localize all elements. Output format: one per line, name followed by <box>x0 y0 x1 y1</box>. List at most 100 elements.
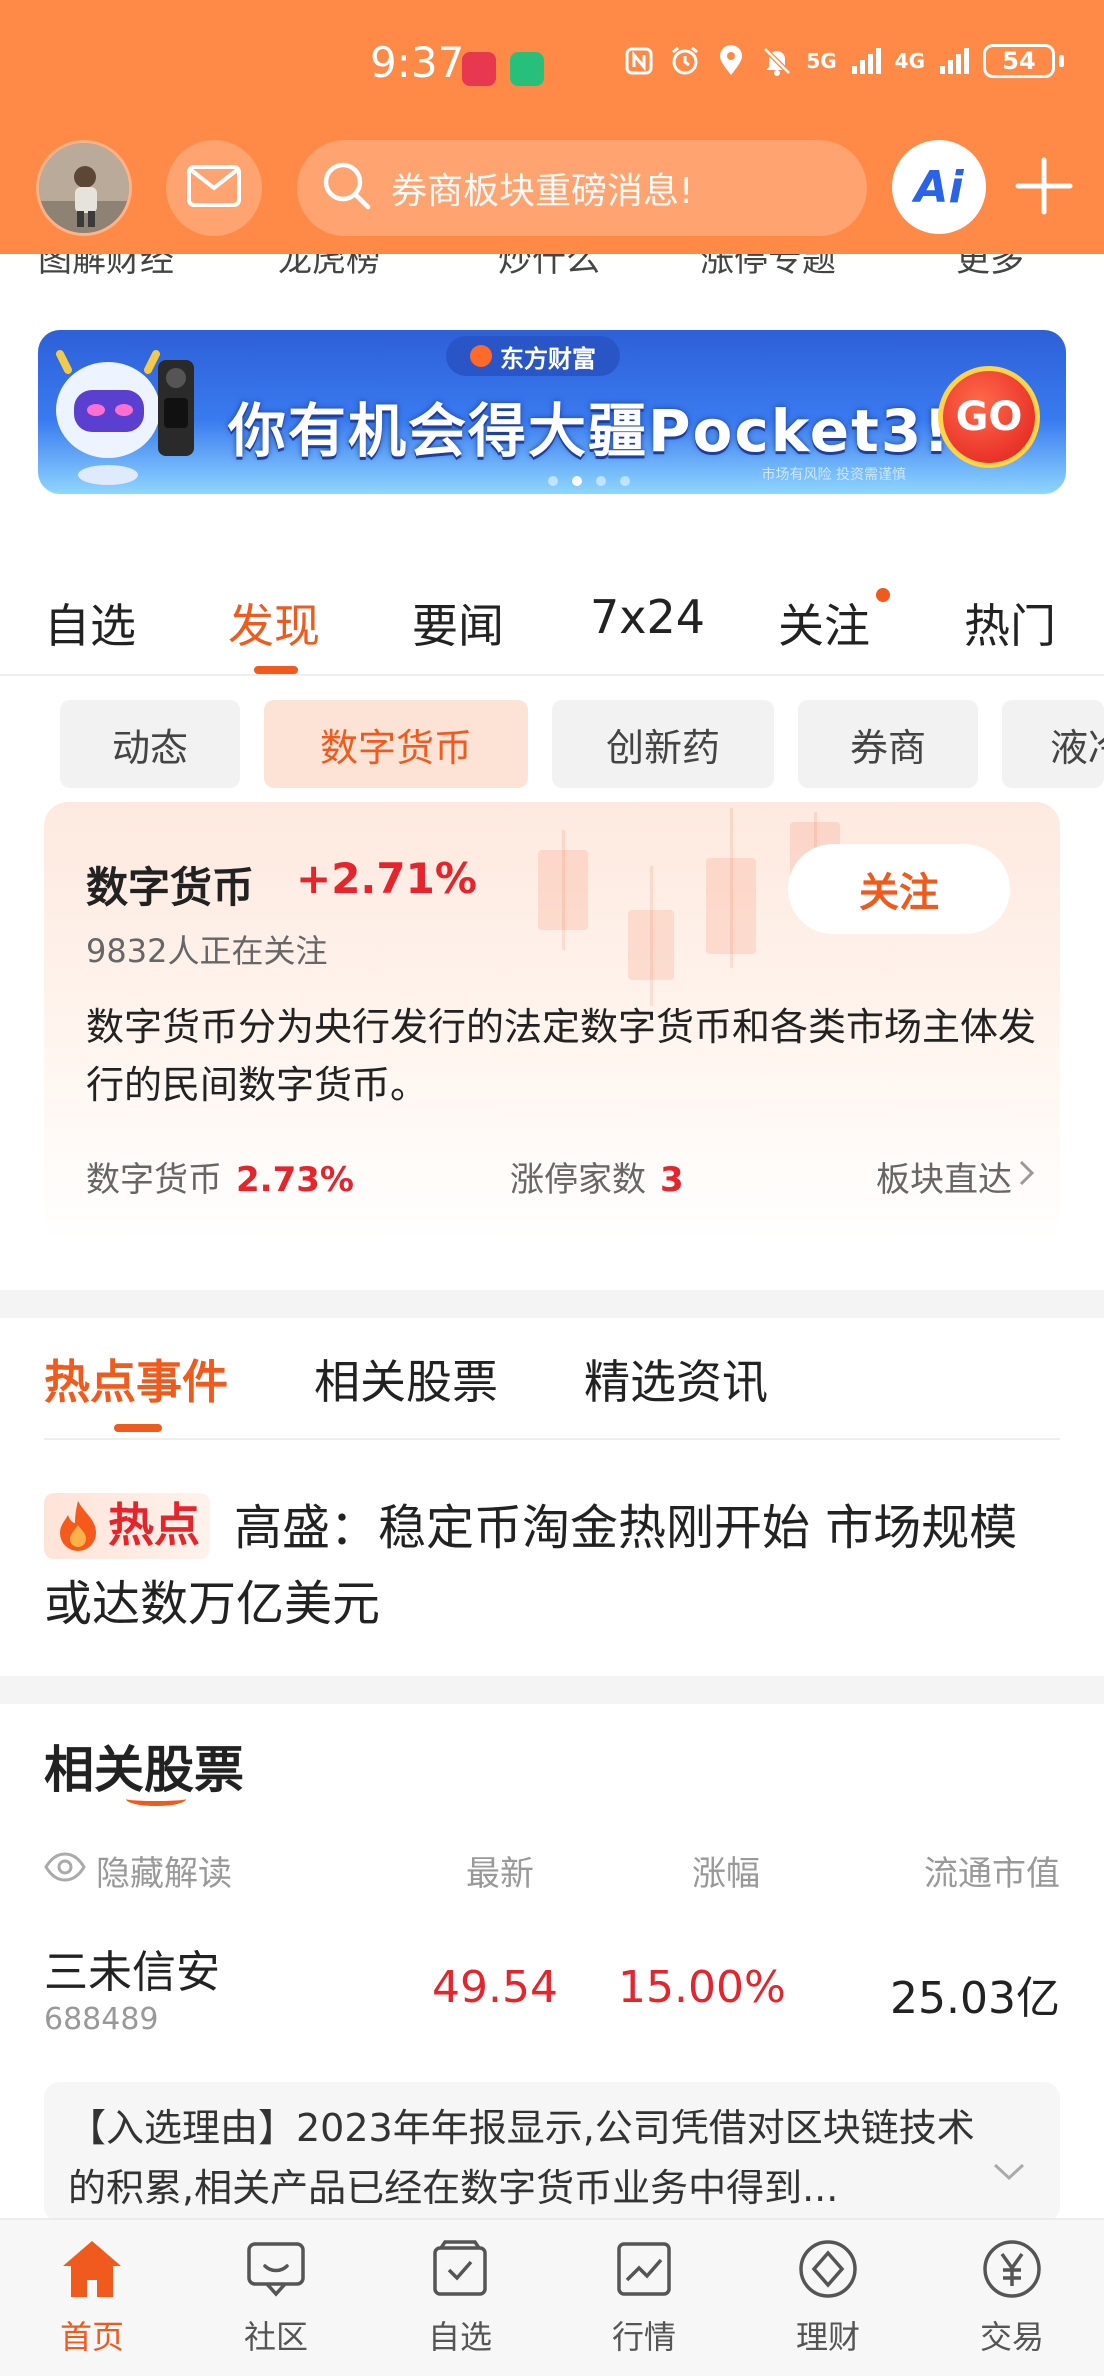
tab-selected-news[interactable]: 精选资讯 <box>584 1346 768 1412</box>
chip-liquid-cooling[interactable]: 液冷 <box>1002 700 1104 788</box>
alarm-icon <box>668 44 702 78</box>
chip-innovative-drugs[interactable]: 创新药 <box>552 700 774 788</box>
stock-table-header: 隐藏解读 最新 涨幅 流通市值 <box>0 1840 1104 1900</box>
nav-watchlist-label: 自选 <box>427 2318 492 2356</box>
notification-app-icon <box>462 52 496 86</box>
col-market-cap: 流通市值 <box>924 1854 1060 1894</box>
tab-divider <box>44 1438 1060 1440</box>
brand-logo-icon <box>470 345 492 367</box>
title-underline <box>126 1792 186 1806</box>
nav-trade-label: 交易 <box>979 2318 1044 2356</box>
network-4g: 4G <box>894 49 925 73</box>
col-latest: 最新 <box>466 1854 534 1894</box>
follow-button[interactable]: 关注 <box>788 844 1010 934</box>
chip-digital-currency[interactable]: 数字货币 <box>264 700 528 788</box>
hot-badge: 热点 <box>44 1493 210 1559</box>
shortcut-item[interactable]: 龙虎榜 <box>278 254 380 274</box>
nfc-icon <box>622 44 656 78</box>
tab-related-stocks[interactable]: 相关股票 <box>314 1346 498 1412</box>
trend-chart-icon <box>613 2238 675 2304</box>
hide-analysis-toggle[interactable]: 隐藏解读 <box>44 1846 232 1895</box>
banner-risk-note: 市场有风险 投资需谨慎 <box>761 467 906 483</box>
tab-following[interactable]: 关注 <box>778 590 870 656</box>
app-header: 9:37 5G 4G 54 券商板块重磅消息! Ai <box>0 0 1104 254</box>
sector-name: 数字货币 <box>86 863 255 912</box>
shortcut-item[interactable]: 涨停专题 <box>700 254 836 274</box>
nav-wealth[interactable]: 理财 <box>758 2238 898 2368</box>
active-tab-indicator <box>114 1424 162 1432</box>
nav-home[interactable]: 首页 <box>22 2238 162 2368</box>
chip-brokerage[interactable]: 券商 <box>798 700 978 788</box>
yuan-icon <box>981 2238 1043 2304</box>
shortcut-item[interactable]: 图解财经 <box>38 254 174 274</box>
followers-count: 9832人正在关注 <box>86 932 328 970</box>
tab-trending[interactable]: 热门 <box>964 590 1056 656</box>
notification-app-icon <box>510 52 544 86</box>
nav-watchlist[interactable]: 自选 <box>390 2238 530 2368</box>
tab-news[interactable]: 要闻 <box>412 590 504 656</box>
flame-icon <box>56 1499 100 1575</box>
page-dot-active <box>572 476 582 486</box>
active-tab-indicator <box>254 666 298 674</box>
tab-7x24[interactable]: 7x24 <box>590 590 705 644</box>
selection-reason[interactable]: 【入选理由】2023年年报显示,公司凭借对区块链技术的积累,相关产品已经在数字货… <box>44 2082 1060 2222</box>
status-bar: 9:37 5G 4G 54 <box>0 0 1104 130</box>
shortcut-item[interactable]: 炒什么 <box>498 254 600 274</box>
chip-label: 液冷 <box>1050 725 1104 770</box>
stock-market-cap: 25.03亿 <box>890 1973 1060 2024</box>
shortcut-item[interactable]: 更多 <box>956 254 1024 274</box>
banner-brand-text: 东方财富 <box>500 344 596 373</box>
chip-dynamics[interactable]: 动态 <box>60 700 240 788</box>
hot-news-item[interactable]: 热点 高盛：稳定币淘金热刚开始 市场规模或达数万亿美元 <box>44 1490 1064 1642</box>
ai-assistant-button[interactable]: Ai <box>892 140 986 234</box>
sector-direct-label: 板块直达 <box>876 1160 1012 1200</box>
tab-discover[interactable]: 发现 <box>228 590 320 656</box>
network-5g: 5G <box>806 49 837 73</box>
tab-hot-events[interactable]: 热点事件 <box>44 1346 228 1412</box>
sector-stats: 数字货币 2.73% 涨停家数 3 板块直达 <box>86 1152 1036 1202</box>
nav-market-label: 行情 <box>611 2318 676 2356</box>
chevron-down-icon[interactable] <box>992 2162 1026 2186</box>
avatar[interactable] <box>36 140 132 236</box>
signal-icon <box>849 44 883 78</box>
robot-mascot-icon <box>48 340 218 494</box>
add-button[interactable] <box>1004 148 1084 228</box>
page-dot <box>548 476 558 486</box>
hot-badge-text: 热点 <box>108 1498 200 1552</box>
mail-icon <box>186 164 242 212</box>
status-time: 9:37 <box>370 38 465 87</box>
status-icons: 5G 4G 54 <box>622 44 1064 78</box>
stock-row[interactable]: 三未信安 688489 49.54 15.00% 25.03亿 <box>0 1930 1104 2050</box>
nav-wealth-label: 理财 <box>795 2318 860 2356</box>
battery-indicator: 54 <box>983 44 1055 78</box>
message-button[interactable] <box>166 140 262 236</box>
search-bar[interactable]: 券商板块重磅消息! <box>297 140 867 236</box>
stat-limit-up-label: 涨停家数 <box>510 1160 646 1200</box>
stat-index-label: 数字货币 <box>86 1160 222 1200</box>
main-tab-bar: 自选 发现 要闻 7x24 关注 热门 <box>0 580 1104 676</box>
nav-community[interactable]: 社区 <box>206 2238 346 2368</box>
selection-reason-text: 【入选理由】2023年年报显示,公司凭借对区块链技术的积累,相关产品已经在数字货… <box>68 2106 975 2210</box>
stock-name: 三未信安 <box>44 1947 220 1998</box>
banner-pagination <box>548 476 630 486</box>
mute-icon <box>760 44 794 78</box>
nav-trade[interactable]: 交易 <box>942 2238 1082 2368</box>
battery-tip <box>1059 55 1064 67</box>
search-placeholder: 券商板块重磅消息! <box>391 171 694 212</box>
banner-go-button[interactable]: GO <box>938 366 1040 468</box>
sector-description: 数字货币分为央行发行的法定数字货币和各类市场主体发行的民间数字货币。 <box>86 1005 1037 1107</box>
signal-icon <box>937 44 971 78</box>
watchlist-icon <box>429 2238 491 2304</box>
sector-direct-link[interactable]: 板块直达 <box>876 1152 1036 1201</box>
nav-community-label: 社区 <box>243 2318 308 2356</box>
stat-limit-up-value: 3 <box>660 1160 684 1200</box>
tab-watchlist[interactable]: 自选 <box>44 590 136 656</box>
banner-title: 你有机会得大疆Pocket3! <box>228 397 952 465</box>
unread-dot <box>876 588 890 602</box>
sector-change: +2.71% <box>296 854 477 903</box>
page-dot <box>596 476 606 486</box>
promo-banner[interactable]: 东方财富 你有机会得大疆Pocket3! GO 市场有风险 投资需谨慎 <box>38 330 1066 494</box>
banner-brand: 东方财富 <box>446 336 620 376</box>
nav-market[interactable]: 行情 <box>574 2238 714 2368</box>
content-tab-bar: 热点事件 相关股票 精选资讯 <box>0 1318 1104 1440</box>
